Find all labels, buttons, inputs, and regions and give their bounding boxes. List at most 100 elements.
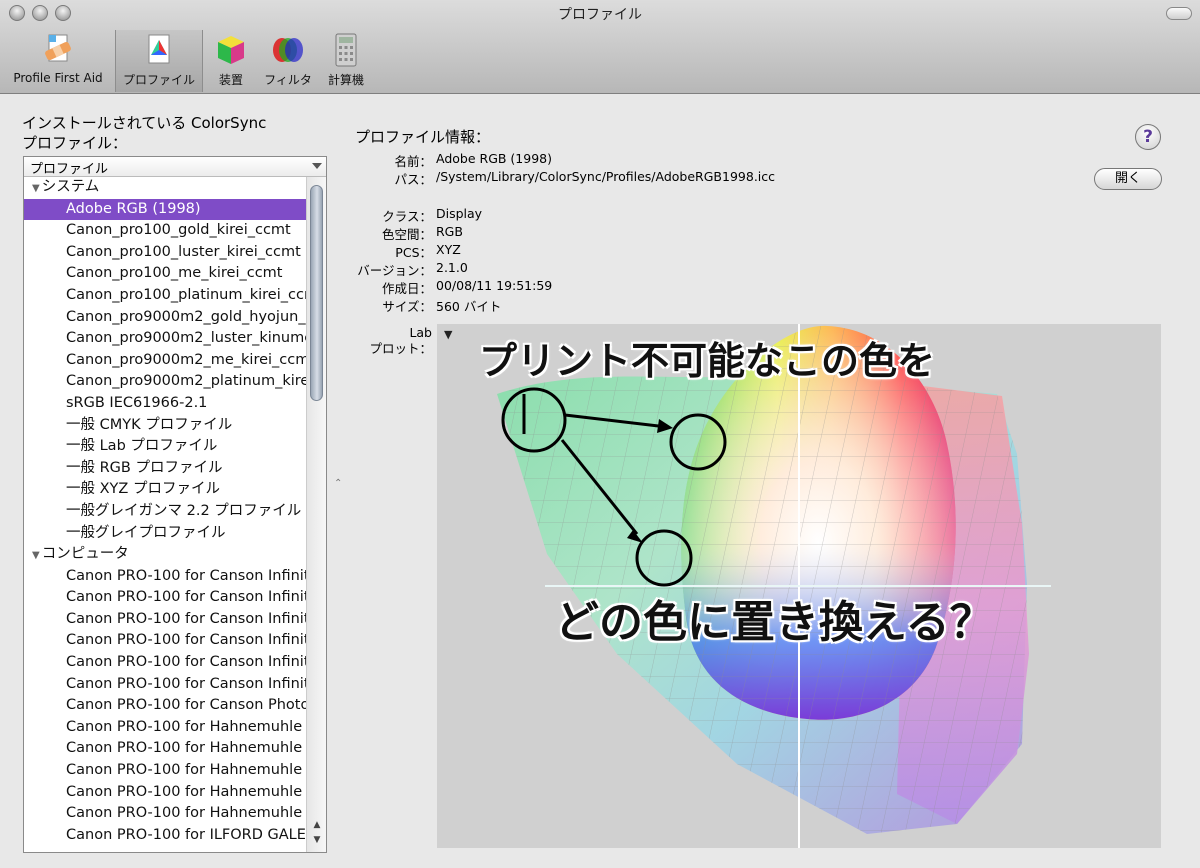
field-label-created: 作成日： xyxy=(381,281,432,296)
callout-bottom: どの色に置き換える？ xyxy=(555,597,994,648)
list-item[interactable]: Canon_pro9000m2_gold_hyojun_ccmt xyxy=(24,307,306,329)
list-item[interactable]: 一般 XYZ プロファイル xyxy=(24,479,306,501)
list-item[interactable]: 一般グレイプロファイル xyxy=(24,523,306,545)
list-item-label: 一般グレイガンマ 2.2 プロファイル xyxy=(66,502,302,519)
list-item-label: Canon PRO-100 for Canson Infinity xyxy=(66,632,306,649)
list-item-label: Canon PRO-100 for Canson Infinity xyxy=(66,610,306,627)
toolbar-devices[interactable]: 装置 xyxy=(208,30,254,92)
list-item[interactable]: Canon PRO-100 for Hahnemuhle F xyxy=(24,803,306,825)
device-cube-icon xyxy=(218,36,244,64)
list-item[interactable]: Canon PRO-100 for Canson Infinity xyxy=(24,630,306,652)
scroll-thumb[interactable] xyxy=(310,185,323,401)
toolbar-calculator[interactable]: 計算機 xyxy=(322,30,370,92)
field-label-pcs: PCS： xyxy=(395,245,432,260)
list-item[interactable]: Canon PRO-100 for Canson Infinity xyxy=(24,587,306,609)
window-titlebar: プロファイル Profile First Aid プロファイル 装置 フィルタ … xyxy=(0,0,1200,94)
field-value-colorspace: RGB xyxy=(436,224,463,239)
list-item[interactable]: Canon PRO-100 for Hahnemuhle F xyxy=(24,760,306,782)
list-item-label: システム xyxy=(41,179,100,195)
list-item-label: Canon_pro100_gold_kirei_ccmt xyxy=(66,222,291,239)
list-item-label: Canon PRO-100 for Canson Infinity xyxy=(66,654,306,671)
toolbar-label: 計算機 xyxy=(327,73,364,87)
toolbar-label: Profile First Aid xyxy=(13,71,103,85)
field-value-class: Display xyxy=(436,206,483,221)
list-column-header[interactable]: プロファイル xyxy=(24,157,326,177)
field-value-size: 560 バイト xyxy=(436,299,502,314)
list-item[interactable]: Canon_pro100_gold_kirei_ccmt xyxy=(24,220,306,242)
chevron-down-icon[interactable] xyxy=(312,163,322,169)
list-item[interactable]: Canon_pro100_me_kirei_ccmt xyxy=(24,263,306,285)
toolbar-filters[interactable]: フィルタ xyxy=(258,30,318,92)
list-item-label: Canon_pro100_me_kirei_ccmt xyxy=(66,265,283,282)
field-value-pcs: XYZ xyxy=(436,242,461,257)
lab-plot[interactable]: ▼ プリント不可能なこの色を どの色に置き換える？ xyxy=(437,324,1161,848)
list-item-label: Canon_pro9000m2_me_kirei_ccmt xyxy=(66,351,306,368)
list-group-header[interactable]: ▼ コンピュータ xyxy=(24,544,306,566)
list-scrollbar[interactable]: ▲ ▼ xyxy=(306,177,326,852)
field-label-class: クラス： xyxy=(382,209,432,224)
heading-line2: プロファイル： xyxy=(22,134,128,152)
list-item[interactable]: Canon_pro9000m2_me_kirei_ccmt xyxy=(24,350,306,372)
list-item-label: 一般グレイプロファイル xyxy=(66,524,226,541)
list-item[interactable]: Canon PRO-100 for Hahnemuhle F xyxy=(24,738,306,760)
disclosure-triangle-icon[interactable]: ▼ xyxy=(32,550,40,561)
calculator-icon xyxy=(335,33,357,67)
list-group-header[interactable]: ▼ システム xyxy=(24,177,306,199)
split-view-handle[interactable]: ⌃ xyxy=(334,478,342,489)
list-item-label: Canon_pro100_luster_kirei_ccmt xyxy=(66,243,301,260)
list-item-label: Canon_pro9000m2_gold_hyojun_ccmt xyxy=(66,308,306,325)
help-button[interactable]: ? xyxy=(1135,124,1161,150)
field-value-path: /System/Library/ColorSync/Profiles/Adobe… xyxy=(436,169,776,184)
field-label-colorspace: 色空間： xyxy=(381,227,432,242)
filter-icon xyxy=(273,38,303,62)
list-item-label: Canon_pro9000m2_luster_kinume xyxy=(66,330,306,347)
list-item-label: コンピュータ xyxy=(41,546,129,563)
disclosure-triangle-icon[interactable]: ▼ xyxy=(444,328,452,341)
toolbar-label: プロファイル xyxy=(122,73,195,87)
list-item[interactable]: Canon PRO-100 for Canson Infinity xyxy=(24,566,306,588)
toolbar-profiles[interactable]: プロファイル xyxy=(115,30,203,92)
list-item-label: Canon PRO-100 for Canson Photo xyxy=(66,697,306,714)
field-value-created: 00/08/11 19:51:59 xyxy=(436,278,553,293)
list-item[interactable]: sRGB IEC61966-2.1 xyxy=(24,393,306,415)
scroll-down-arrow-icon[interactable]: ▼ xyxy=(310,835,324,849)
list-item[interactable]: Canon PRO-100 for Canson Infinity xyxy=(24,674,306,696)
list-item[interactable]: Canon PRO-100 for Canson Photo xyxy=(24,695,306,717)
toolbar-profile-first-aid[interactable]: Profile First Aid xyxy=(6,30,110,92)
profile-icon xyxy=(148,34,170,64)
profile-list[interactable]: プロファイル ▼ システム Adobe RGB (1998) Canon_pro100… xyxy=(23,156,327,853)
disclosure-triangle-icon[interactable]: ▼ xyxy=(32,183,40,194)
window-title: プロファイル xyxy=(558,7,642,23)
list-item-label: Canon PRO-100 for Hahnemuhle F xyxy=(66,740,306,757)
list-item[interactable]: Canon PRO-100 for Canson Infinity xyxy=(24,652,306,674)
list-item[interactable]: Adobe RGB (1998) xyxy=(24,198,306,221)
field-label-size: サイズ： xyxy=(382,299,432,314)
list-item[interactable]: Canon_pro9000m2_luster_kinume xyxy=(24,328,306,350)
list-item[interactable]: Canon_pro100_luster_kirei_ccmt xyxy=(24,242,306,264)
list-item[interactable]: 一般 CMYK プロファイル xyxy=(24,415,306,437)
plot-label-plot: プロット： xyxy=(369,341,432,356)
toolbar-toggle-button[interactable] xyxy=(1166,7,1192,20)
heading-line1: インストールされている ColorSync xyxy=(22,114,267,132)
list-item-label: Canon PRO-100 for Hahnemuhle F xyxy=(66,783,306,800)
list-item-label: Canon PRO-100 for Hahnemuhle F xyxy=(66,805,306,822)
list-item-label: 一般 Lab プロファイル xyxy=(66,438,218,455)
list-item[interactable]: Canon PRO-100 for Hahnemuhle F xyxy=(24,717,306,739)
list-item[interactable]: Canon PRO-100 for Hahnemuhle F xyxy=(24,782,306,804)
toolbar-label: フィルタ xyxy=(264,73,312,87)
list-item-label: Canon PRO-100 for ILFORD GALERIE xyxy=(66,826,306,843)
list-item[interactable]: Canon PRO-100 for Canson Infinity xyxy=(24,609,306,631)
list-item[interactable]: Canon_pro100_platinum_kirei_ccmt xyxy=(24,285,306,307)
list-item-label: Canon PRO-100 for Hahnemuhle F xyxy=(66,718,306,735)
profile-rows: ▼ システム Adobe RGB (1998) Canon_pro100_gold_k… xyxy=(24,177,306,846)
list-item-label: sRGB IEC61966-2.1 xyxy=(66,394,208,411)
list-item[interactable]: Canon PRO-100 for ILFORD GALERIE xyxy=(24,825,306,847)
list-item[interactable]: 一般 Lab プロファイル xyxy=(24,436,306,458)
list-item-label: Canon_pro9000m2_platinum_kirei xyxy=(66,373,306,390)
field-label-name: 名前： xyxy=(394,154,432,169)
list-item[interactable]: 一般 RGB プロファイル xyxy=(24,458,306,480)
list-item[interactable]: Canon_pro9000m2_platinum_kirei xyxy=(24,371,306,393)
list-item[interactable]: 一般グレイガンマ 2.2 プロファイル xyxy=(24,501,306,523)
open-button[interactable]: 開く xyxy=(1094,168,1162,190)
scroll-up-arrow-icon[interactable]: ▲ xyxy=(310,820,324,834)
